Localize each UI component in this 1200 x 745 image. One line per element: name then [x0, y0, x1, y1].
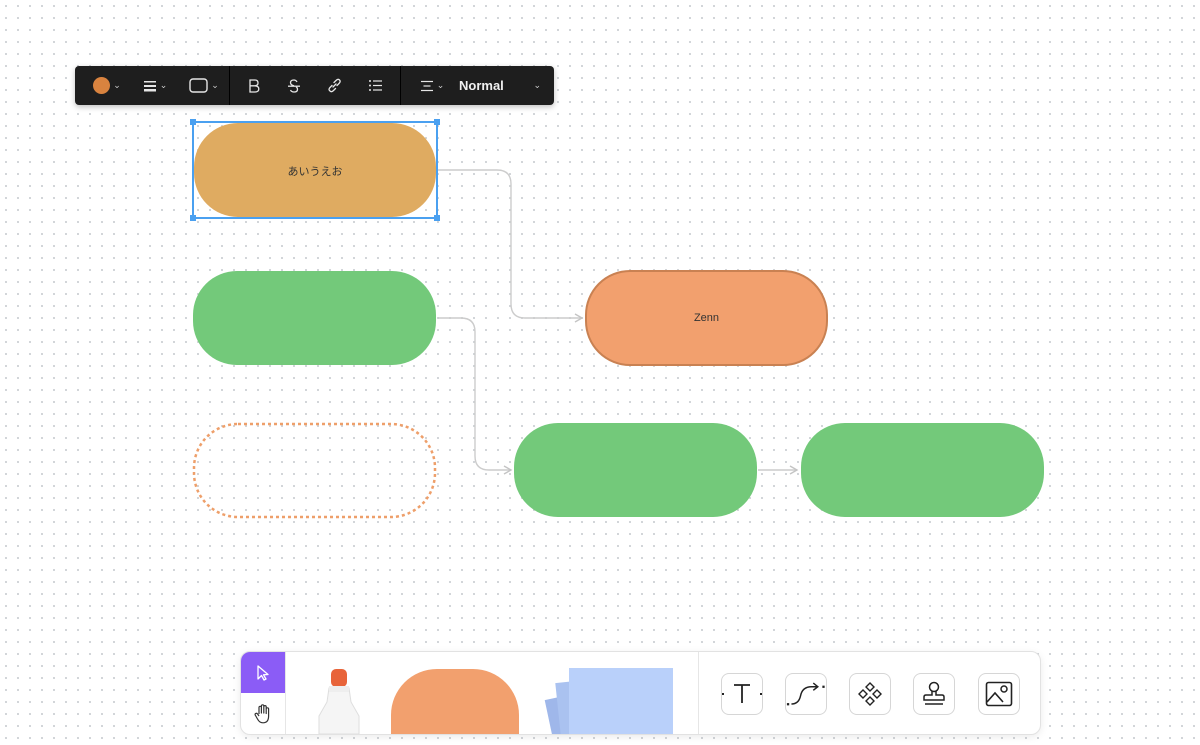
chevron-down-icon: ⌄: [113, 80, 121, 90]
text-tool-button[interactable]: [721, 673, 763, 715]
stamp-icon: [923, 681, 945, 705]
resize-handle-tl[interactable]: [190, 119, 196, 125]
toolbar-divider: [698, 652, 699, 734]
font-size-select[interactable]: Normal ⌄: [459, 74, 549, 97]
shape-green-mid[interactable]: [514, 423, 757, 517]
fill-color-swatch: [93, 77, 111, 94]
shape-green-left[interactable]: [193, 271, 436, 365]
hand-icon: [254, 703, 270, 723]
hand-tool-button[interactable]: [241, 693, 285, 734]
canvas[interactable]: [0, 0, 1200, 745]
component-tool-button[interactable]: [849, 673, 891, 715]
cursor-icon: [257, 664, 269, 681]
chevron-down-icon: ⌄: [436, 80, 445, 90]
sticky-note-tool[interactable]: [543, 666, 678, 734]
shape-tool[interactable]: [389, 667, 521, 734]
component-icon: [858, 682, 882, 706]
select-tool-button[interactable]: [241, 652, 285, 693]
mode-switcher: [241, 652, 286, 734]
link-icon: [327, 78, 341, 93]
strikethrough-icon: [288, 78, 300, 93]
text-icon: [722, 684, 762, 703]
font-size-value: Normal: [459, 78, 504, 93]
align-center-icon: [420, 80, 433, 91]
shape-dashed[interactable]: [192, 422, 437, 519]
rectangle-icon: [189, 78, 208, 93]
link-button[interactable]: [323, 74, 345, 97]
shape-label-zenn: Zenn: [693, 312, 720, 324]
format-toolbar: ⌄ ⌄ ⌄ ⌄ Normal ⌄: [75, 66, 554, 105]
connector-icon: [786, 682, 825, 706]
marker-tool[interactable]: [315, 666, 363, 734]
bold-icon: [249, 78, 260, 93]
image-tool-button[interactable]: [978, 673, 1020, 715]
shape-green-right[interactable]: [801, 423, 1044, 517]
bullet-list-icon: [368, 80, 382, 91]
stroke-width-icon: [143, 80, 156, 91]
image-icon: [985, 681, 1013, 707]
shape-label-selected: あいうえお: [287, 166, 343, 178]
chevron-down-icon: ⌄: [211, 80, 219, 90]
bullet-list-button[interactable]: [364, 74, 386, 97]
text-align-button[interactable]: ⌄: [415, 74, 449, 97]
connector-tool-button[interactable]: [785, 673, 827, 715]
bottom-toolbar: [240, 651, 1041, 735]
strikethrough-button[interactable]: [283, 74, 305, 97]
connector-1[interactable]: [438, 169, 584, 323]
connector-2[interactable]: [438, 317, 513, 475]
stamp-tool-button[interactable]: [913, 673, 955, 715]
chevron-down-icon: ⌄: [533, 80, 541, 90]
stroke-width-button[interactable]: ⌄: [137, 74, 173, 97]
resize-handle-bl[interactable]: [190, 215, 196, 221]
shape-style-button[interactable]: ⌄: [185, 74, 223, 97]
fill-color-button[interactable]: ⌄: [89, 74, 125, 97]
chevron-down-icon: ⌄: [159, 80, 168, 90]
resize-handle-tr[interactable]: [434, 119, 440, 125]
resize-handle-br[interactable]: [434, 215, 440, 221]
bold-button[interactable]: [243, 74, 265, 97]
